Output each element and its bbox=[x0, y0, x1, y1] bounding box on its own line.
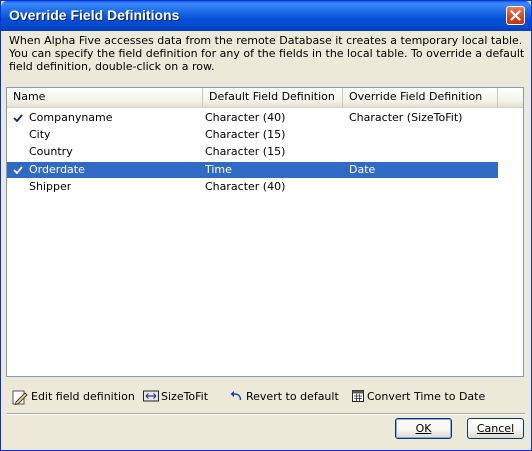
table-row-selected[interactable]: Orderdate Time Date bbox=[7, 162, 498, 178]
table-row[interactable]: Companyname Character (40) Character (Si… bbox=[7, 110, 498, 126]
title-bar[interactable]: Override Field Definitions bbox=[1, 1, 531, 31]
window-title: Override Field Definitions bbox=[9, 7, 180, 23]
edit-field-definition-button[interactable]: Edit field definition bbox=[12, 389, 135, 405]
cell-name: Orderdate bbox=[29, 163, 85, 176]
column-header-override[interactable]: Override Field Definition bbox=[343, 88, 498, 107]
description-text: When Alpha Five accesses data from the r… bbox=[9, 34, 525, 73]
sizetofit-label: SizeToFit bbox=[161, 390, 209, 403]
dialog-window: Override Field Definitions When Alpha Fi… bbox=[0, 0, 532, 451]
cell-default: Character (15) bbox=[205, 145, 286, 158]
edit-field-definition-label: Edit field definition bbox=[31, 390, 135, 403]
cell-default: Character (40) bbox=[205, 180, 286, 193]
cancel-button-label: Cancel bbox=[476, 422, 515, 435]
field-list[interactable]: Name Default Field Definition Override F… bbox=[6, 87, 524, 377]
sizetofit-button[interactable]: SizeToFit bbox=[143, 389, 209, 405]
close-button[interactable] bbox=[506, 6, 525, 25]
checkmark-icon bbox=[13, 114, 23, 122]
close-icon bbox=[510, 10, 521, 21]
convert-time-to-date-label: Convert Time to Date bbox=[367, 390, 486, 403]
revert-to-default-label: Revert to default bbox=[246, 390, 339, 403]
cell-default: Character (40) bbox=[205, 111, 286, 124]
table-row[interactable]: City Character (15) bbox=[7, 127, 498, 143]
ok-button-label: OK bbox=[415, 422, 432, 435]
checkmark-icon bbox=[13, 166, 23, 174]
cell-name: Shipper bbox=[29, 180, 72, 193]
column-header-default[interactable]: Default Field Definition bbox=[203, 88, 343, 107]
cell-default: Character (15) bbox=[205, 128, 286, 141]
divider bbox=[7, 413, 525, 415]
column-header-name[interactable]: Name bbox=[7, 88, 203, 107]
edit-pencil-icon bbox=[12, 390, 28, 405]
ok-button[interactable]: OK bbox=[395, 418, 452, 439]
cell-name: Companyname bbox=[29, 111, 113, 124]
cell-name: City bbox=[29, 128, 51, 141]
cell-name: Country bbox=[29, 145, 73, 158]
undo-icon bbox=[230, 391, 242, 401]
table-row[interactable]: Shipper Character (40) bbox=[7, 179, 498, 195]
cell-override: Character (SizeToFit) bbox=[349, 111, 463, 124]
list-header: Name Default Field Definition Override F… bbox=[7, 88, 523, 108]
table-row[interactable]: Country Character (15) bbox=[7, 144, 498, 160]
convert-time-to-date-button[interactable]: Convert Time to Date bbox=[352, 389, 485, 405]
calendar-icon bbox=[352, 390, 364, 402]
cancel-button[interactable]: Cancel bbox=[467, 418, 524, 439]
resize-horizontal-icon bbox=[143, 390, 159, 402]
cell-override: Date bbox=[349, 163, 376, 176]
cell-default: Time bbox=[205, 163, 232, 176]
revert-to-default-button[interactable]: Revert to default bbox=[229, 389, 339, 405]
